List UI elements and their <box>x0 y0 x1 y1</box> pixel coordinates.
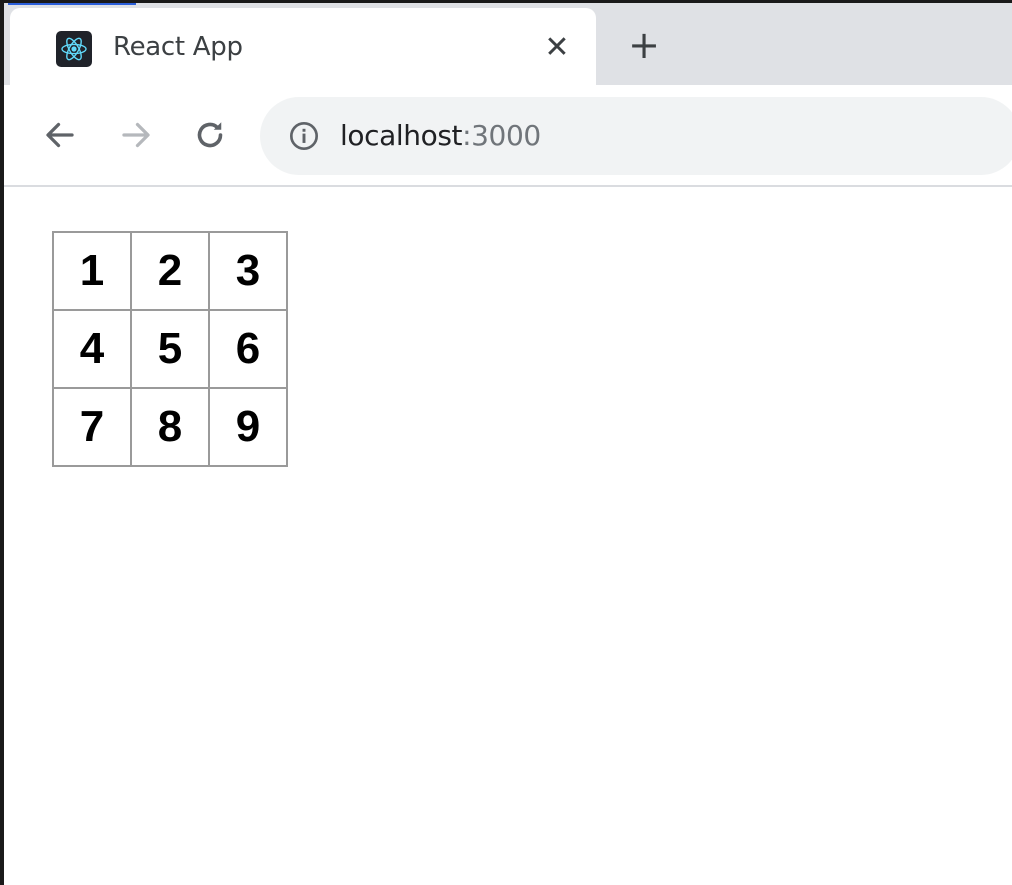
grid-cell[interactable]: 8 <box>130 387 210 467</box>
arrow-left-icon <box>46 122 74 148</box>
number-grid: 1 2 3 4 5 6 7 8 9 <box>52 231 288 467</box>
arrow-right-icon <box>122 122 150 148</box>
url-host: localhost <box>340 119 463 152</box>
back-button[interactable] <box>38 113 82 157</box>
url-text[interactable]: localhost:3000 <box>340 119 541 152</box>
react-logo-icon <box>56 31 92 67</box>
grid-cell[interactable]: 5 <box>130 309 210 389</box>
browser-window: React App ✕ + localhost:3000 1 2 3 4 5 6… <box>0 0 1012 885</box>
top-edge-highlight <box>8 3 136 5</box>
grid-cell[interactable]: 7 <box>52 387 132 467</box>
grid-cell[interactable]: 1 <box>52 231 132 311</box>
reload-button[interactable] <box>188 113 232 157</box>
browser-toolbar: localhost:3000 <box>4 85 1012 187</box>
grid-cell[interactable]: 2 <box>130 231 210 311</box>
grid-row: 7 8 9 <box>52 387 288 467</box>
reload-icon <box>197 122 223 148</box>
address-bar[interactable]: localhost:3000 <box>260 97 1012 175</box>
grid-cell[interactable]: 9 <box>208 387 288 467</box>
tab-strip: React App ✕ + <box>4 3 1012 85</box>
info-icon[interactable] <box>288 120 320 152</box>
grid-cell[interactable]: 4 <box>52 309 132 389</box>
page-content: 1 2 3 4 5 6 7 8 9 <box>4 187 1012 885</box>
tab-react-app[interactable]: React App ✕ <box>10 8 596 85</box>
new-tab-button[interactable]: + <box>624 23 664 67</box>
grid-cell[interactable]: 3 <box>208 231 288 311</box>
forward-button[interactable] <box>114 113 158 157</box>
grid-cell[interactable]: 6 <box>208 309 288 389</box>
close-icon[interactable]: ✕ <box>542 30 572 65</box>
grid-row: 1 2 3 <box>52 231 288 311</box>
grid-row: 4 5 6 <box>52 309 288 389</box>
url-port: :3000 <box>462 119 541 152</box>
tab-title: React App <box>113 32 243 62</box>
